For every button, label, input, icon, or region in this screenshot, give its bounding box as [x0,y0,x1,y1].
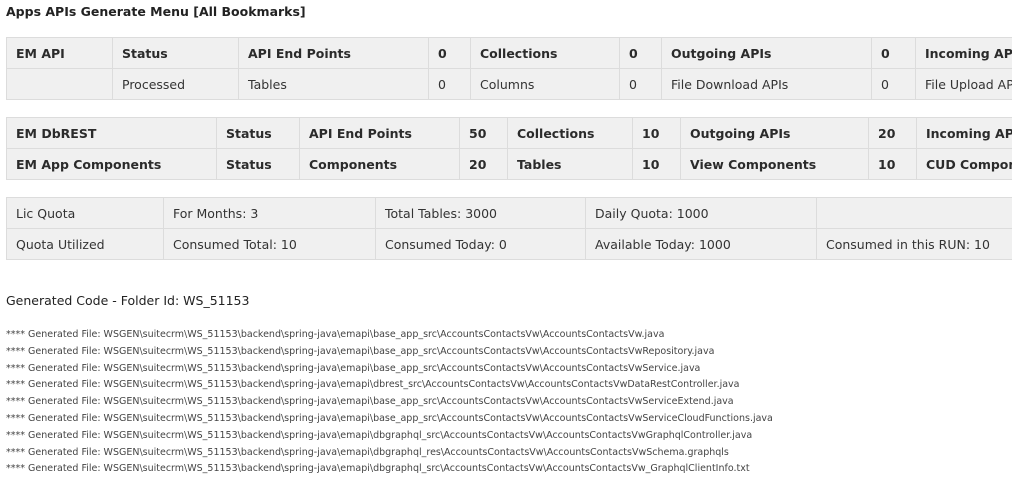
list-item: **** Generated File: WSGEN\suitecrm\WS_5… [6,413,773,430]
em-app-components-label: EM App Components [7,149,217,180]
consumed-this-run: Consumed in this RUN: 10 [817,229,1012,260]
outgoing-apis-label: Outgoing APIs [681,118,869,149]
table-row: Lic Quota For Months: 3 Total Tables: 30… [7,198,1012,229]
list-item: **** Generated File: WSGEN\suitecrm\WS_5… [6,396,773,413]
tables-label: Tables [239,69,429,100]
consumed-total: Consumed Total: 10 [164,229,376,260]
api-endpoints-label: API End Points [239,38,429,69]
consumed-today: Consumed Today: 0 [376,229,586,260]
em-dbrest-label: EM DbREST [7,118,217,149]
list-item: **** Generated File: WSGEN\suitecrm\WS_5… [6,329,773,346]
daily-quota: Daily Quota: 1000 [586,198,817,229]
tables-count: 0 [429,69,471,100]
quota-section: Lic Quota For Months: 3 Total Tables: 30… [0,197,1012,261]
available-today: Available Today: 1000 [586,229,817,260]
cud-components-label: CUD Components [917,149,1012,180]
status-label: Status [217,118,300,149]
collections-label: Collections [508,118,633,149]
quota-table: Lic Quota For Months: 3 Total Tables: 30… [6,197,1012,260]
table-row: EM DbREST Status API End Points 50 Colle… [7,118,1012,149]
collections-label: Collections [471,38,620,69]
view-components-label: View Components [681,149,869,180]
status-label: Status [217,149,300,180]
quota-utilized-label: Quota Utilized [7,229,164,260]
table-row: EM App Components Status Components 20 T… [7,149,1012,180]
em-api-label: EM API [7,38,113,69]
tables-label: Tables [508,149,633,180]
columns-label: Columns [471,69,620,100]
outgoing-apis-label: Outgoing APIs [662,38,872,69]
list-item: **** Generated File: WSGEN\suitecrm\WS_5… [6,430,773,447]
file-download-apis-count: 0 [872,69,916,100]
page-title: Apps APIs Generate Menu [All Bookmarks] [6,4,306,19]
empty-cell [817,198,1012,229]
collections-count: 10 [633,118,681,149]
em-api-section: EM API Status API End Points 0 Collectio… [0,37,1012,101]
view-components-count: 10 [869,149,917,180]
total-tables: Total Tables: 3000 [376,198,586,229]
lic-quota-label: Lic Quota [7,198,164,229]
generated-files-list: **** Generated File: WSGEN\suitecrm\WS_5… [6,329,773,480]
status-label: Status [113,38,239,69]
table-row: Quota Utilized Consumed Total: 10 Consum… [7,229,1012,260]
generated-code-title: Generated Code - Folder Id: WS_51153 [6,293,249,308]
status-value: Processed [113,69,239,100]
columns-count: 0 [620,69,662,100]
list-item: **** Generated File: WSGEN\suitecrm\WS_5… [6,346,773,363]
em-api-table: EM API Status API End Points 0 Collectio… [6,37,1012,100]
outgoing-apis-count: 20 [869,118,917,149]
em-dbrest-table: EM DbREST Status API End Points 50 Colle… [6,117,1012,180]
for-months: For Months: 3 [164,198,376,229]
empty-cell [7,69,113,100]
em-dbrest-section: EM DbREST Status API End Points 50 Colle… [0,117,1012,181]
collections-count: 0 [620,38,662,69]
list-item: **** Generated File: WSGEN\suitecrm\WS_5… [6,363,773,380]
outgoing-apis-count: 0 [872,38,916,69]
api-endpoints-count: 0 [429,38,471,69]
tables-count: 10 [633,149,681,180]
table-row: EM API Status API End Points 0 Collectio… [7,38,1012,69]
api-endpoints-count: 50 [460,118,508,149]
api-endpoints-label: API End Points [300,118,460,149]
components-count: 20 [460,149,508,180]
file-download-apis-label: File Download APIs [662,69,872,100]
list-item: **** Generated File: WSGEN\suitecrm\WS_5… [6,463,773,480]
list-item: **** Generated File: WSGEN\suitecrm\WS_5… [6,379,773,396]
incoming-apis-label: Incoming APIs [917,118,1012,149]
list-item: **** Generated File: WSGEN\suitecrm\WS_5… [6,447,773,464]
table-row: Processed Tables 0 Columns 0 File Downlo… [7,69,1012,100]
components-label: Components [300,149,460,180]
incoming-apis-label: Incoming APIs [916,38,1012,69]
file-upload-apis-label: File Upload APIs [916,69,1012,100]
